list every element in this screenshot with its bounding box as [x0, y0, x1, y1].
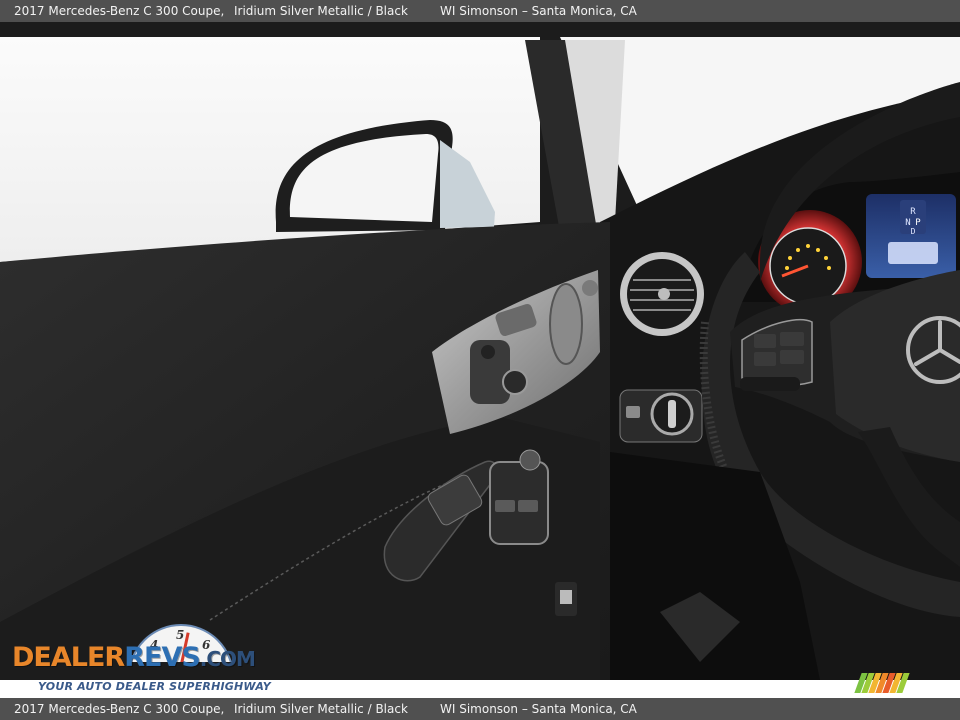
logo-revs: REVS — [124, 642, 201, 673]
dealerrevs-logo[interactable]: DEALERREVS.COM — [12, 642, 256, 673]
headlight-knob-grip — [668, 400, 676, 428]
logo-dealer: DEALER — [12, 642, 125, 673]
logo-tagline: YOUR AUTO DEALER SUPERHIGHWAY — [38, 680, 271, 693]
decorative-stripes — [854, 673, 934, 693]
interior-photo: R N P D — [0, 22, 960, 680]
caption-bar-bottom: 2017 Mercedes-Benz C 300 Coupe, Iridium … — [0, 698, 960, 720]
mirror-adjust-knob[interactable] — [582, 280, 598, 296]
vehicle-color: Iridium Silver Metallic / Black — [234, 702, 408, 716]
vehicle-title: 2017 Mercedes-Benz C 300 Coupe, — [14, 702, 225, 716]
mercedes-star-icon — [906, 316, 960, 384]
caption-bar-top: 2017 Mercedes-Benz C 300 Coupe, Iridium … — [0, 0, 960, 22]
gauge-number: 5 — [176, 628, 185, 642]
logo-com: .COM — [199, 647, 256, 671]
vehicle-color: Iridium Silver Metallic / Black — [234, 4, 408, 18]
vehicle-title: 2017 Mercedes-Benz C 300 Coupe, — [14, 4, 225, 18]
door-latch-detail — [560, 590, 572, 604]
seat-lever-lower[interactable] — [502, 369, 528, 395]
photo-scene: R N P D — [0, 22, 960, 680]
seat-adjust-knob[interactable] — [549, 283, 583, 365]
window-switch-left[interactable] — [495, 500, 515, 512]
gear-label-r: R — [910, 207, 916, 217]
display-info-panel — [888, 242, 938, 264]
window-switch-right[interactable] — [518, 500, 538, 512]
gear-label-d: D — [911, 227, 916, 236]
fog-light-button[interactable] — [626, 406, 640, 418]
mirror-fold-button[interactable] — [519, 449, 541, 471]
vent-knob[interactable] — [658, 288, 670, 300]
cruise-control-stalk[interactable] — [740, 377, 800, 391]
dealer-name: WI Simonson – Santa Monica, CA — [440, 4, 637, 18]
seat-lever-upper[interactable] — [481, 345, 495, 359]
gear-label-p: P — [915, 218, 921, 228]
dealer-name: WI Simonson – Santa Monica, CA — [440, 702, 637, 716]
